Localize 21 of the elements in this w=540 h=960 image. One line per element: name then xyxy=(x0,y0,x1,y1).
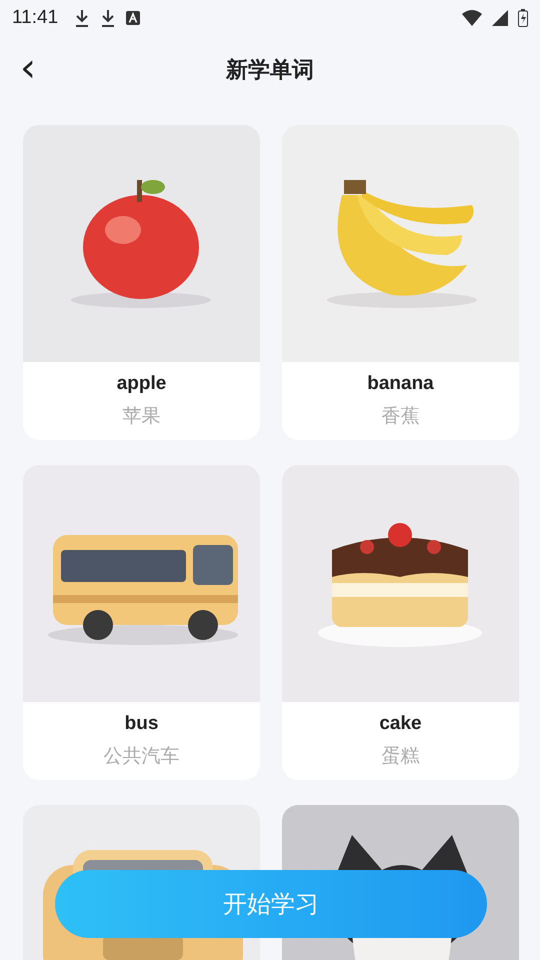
word-text: bus xyxy=(124,713,158,735)
download-icon xyxy=(100,9,116,27)
download-icon xyxy=(74,9,90,27)
translation-text: 蛋糕 xyxy=(382,745,420,769)
word-card[interactable]: cake 蛋糕 xyxy=(282,465,519,780)
page-title: 新学单词 xyxy=(226,56,314,84)
word-text: cake xyxy=(379,713,422,735)
signal-icon xyxy=(492,10,508,26)
translation-text: 苹果 xyxy=(122,405,160,429)
battery-icon xyxy=(518,9,528,27)
word-card[interactable]: banana 香蕉 xyxy=(282,125,519,440)
font-icon xyxy=(126,11,140,25)
word-text: apple xyxy=(116,373,166,395)
word-card[interactable]: bus 公共汽车 xyxy=(23,465,260,780)
back-button[interactable]: ‹ xyxy=(14,50,42,86)
translation-text: 公共汽车 xyxy=(104,745,180,769)
wifi-icon xyxy=(462,10,482,26)
word-card[interactable]: apple 苹果 xyxy=(23,125,260,440)
translation-text: 香蕉 xyxy=(382,405,420,429)
word-text: banana xyxy=(367,373,434,395)
status-time: 11:41 xyxy=(12,7,58,29)
